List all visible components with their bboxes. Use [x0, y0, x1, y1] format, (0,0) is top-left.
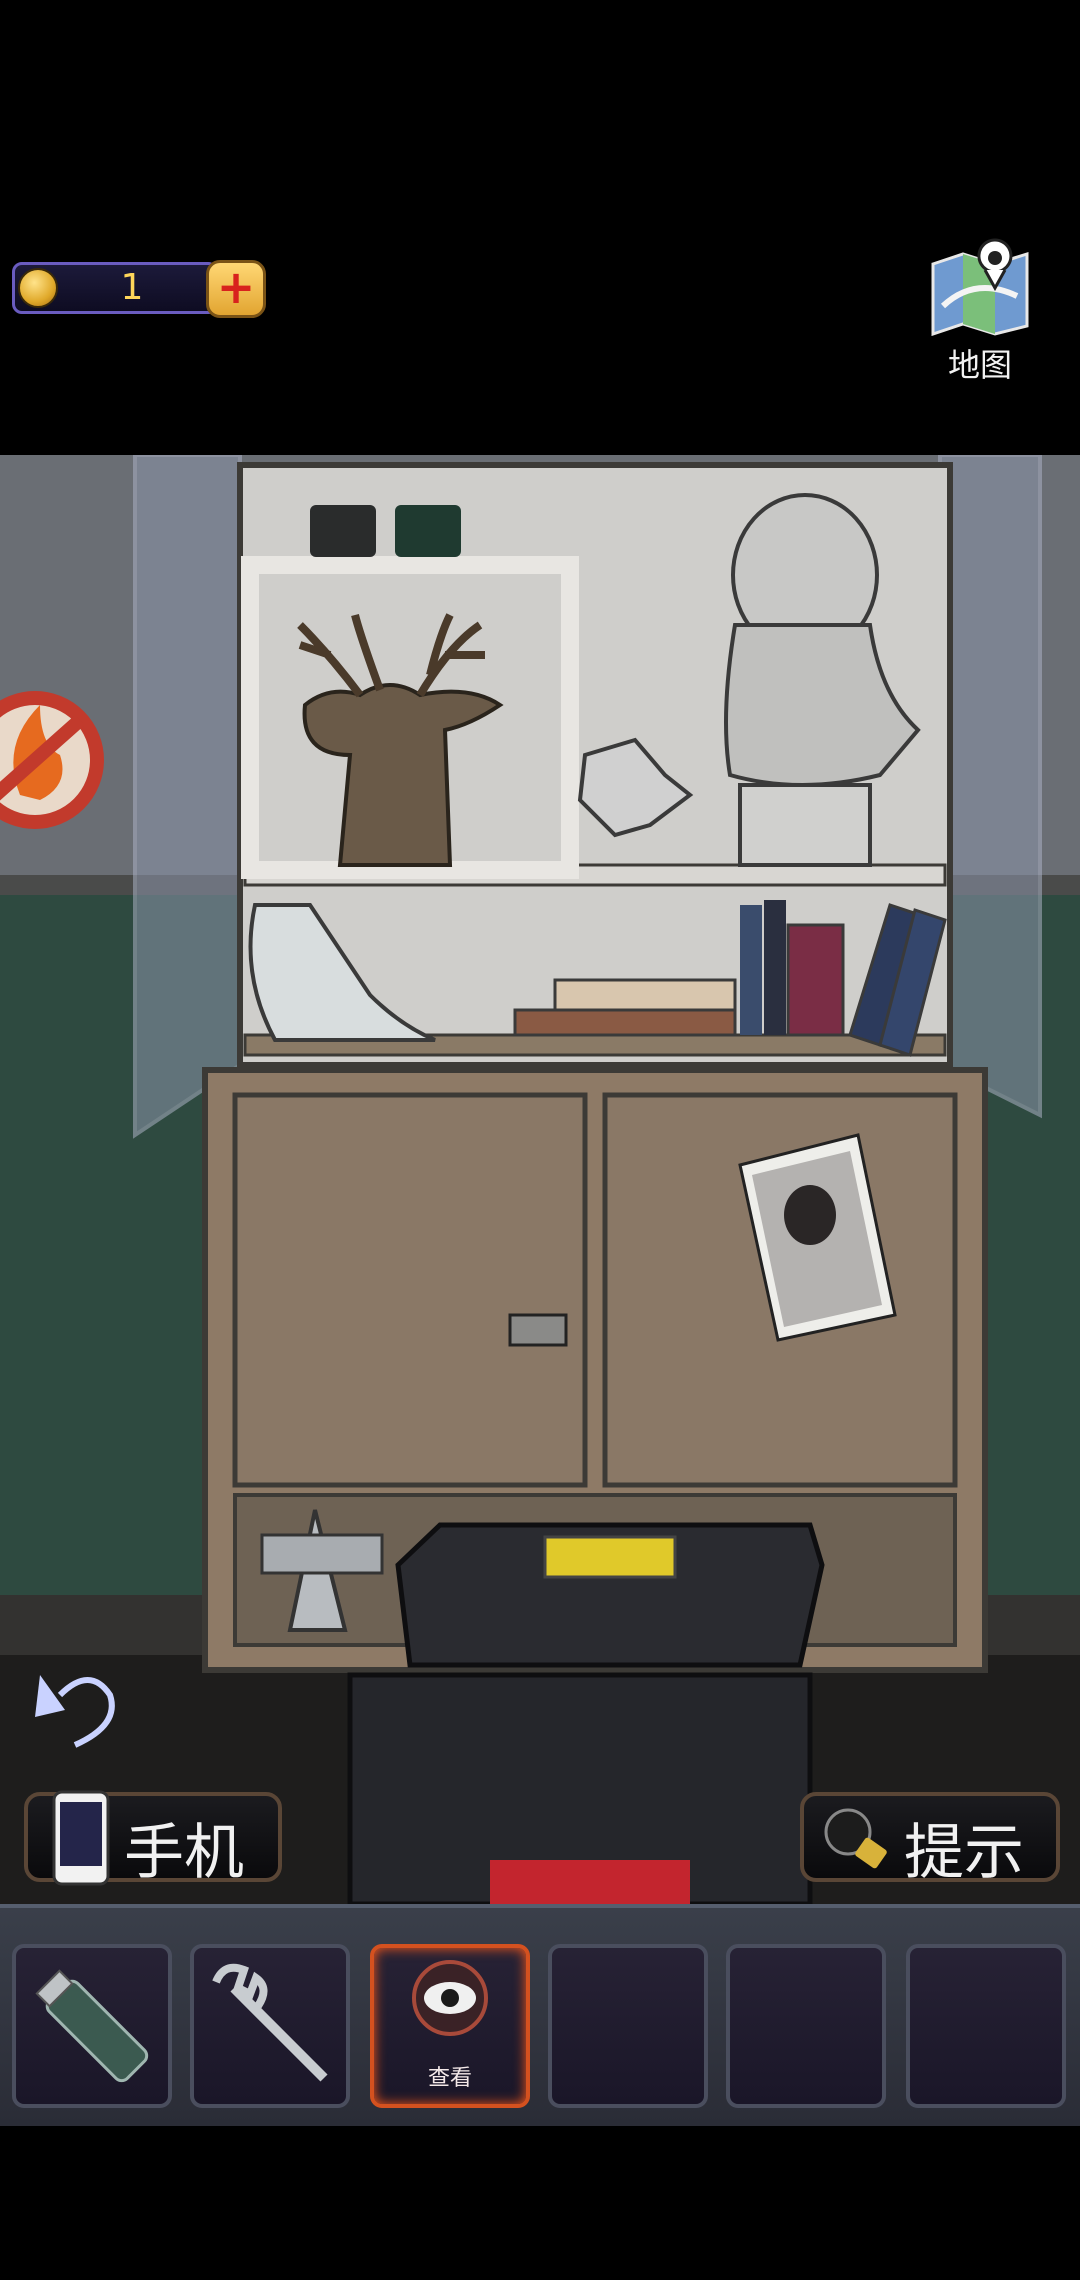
- coin-icon: [18, 268, 58, 308]
- view-label: 查看: [427, 2066, 472, 2091]
- yellow-item[interactable]: [543, 1535, 677, 1579]
- lightbulb-icon: [824, 1808, 887, 1869]
- inventory-bar: 查看: [0, 1904, 1080, 2126]
- phone-icon: [52, 1790, 110, 1886]
- phone-label: 手机: [124, 1818, 244, 1888]
- cabinet-scene-art: [0, 455, 1080, 1904]
- inventory-slot-lighter[interactable]: [12, 1944, 172, 2108]
- coin-count: 1: [120, 267, 144, 308]
- inventory-slot-empty-2[interactable]: [726, 1944, 886, 2108]
- phone-button[interactable]: 手机: [24, 1790, 282, 1888]
- no-fire-sign: [0, 691, 104, 829]
- inventory-slot-wrench[interactable]: [190, 1944, 350, 2108]
- wrench-icon: [212, 1963, 328, 2082]
- eye-icon: [412, 1960, 488, 2036]
- map-button[interactable]: 地图: [922, 236, 1038, 386]
- coin-counter: 1 +: [12, 258, 266, 318]
- game-scene[interactable]: [0, 455, 1080, 1904]
- lighter-icon: [35, 1969, 149, 2083]
- hint-label: 提示: [904, 1818, 1024, 1888]
- toolbox[interactable]: [347, 1522, 825, 1904]
- inventory-slot-view[interactable]: 查看: [370, 1944, 530, 2108]
- inventory-slot-empty-3[interactable]: [906, 1944, 1066, 2108]
- map-label: 地图: [947, 346, 1012, 384]
- hint-button[interactable]: 提示: [800, 1792, 1060, 1888]
- inventory-slot-empty-1[interactable]: [548, 1944, 708, 2108]
- map-icon: [931, 238, 1029, 336]
- cabinet-lock[interactable]: [508, 1313, 568, 1347]
- add-coins-button[interactable]: +: [206, 260, 266, 318]
